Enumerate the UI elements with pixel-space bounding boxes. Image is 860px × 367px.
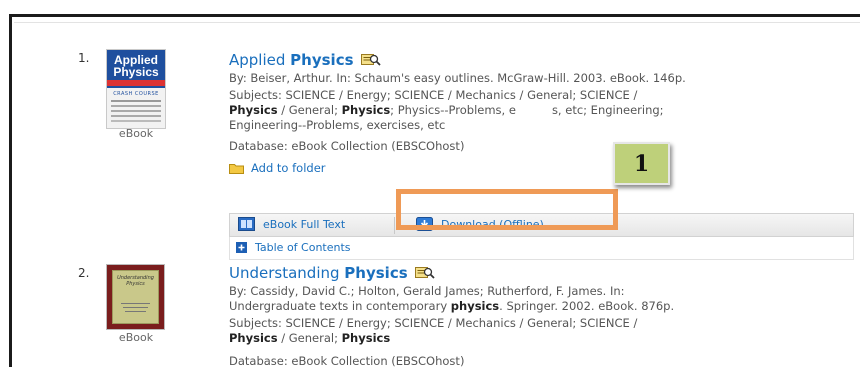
step-number-badge: 1 xyxy=(613,142,670,185)
result-details: Applied Physics By: Beiser, Arthur. In: … xyxy=(229,51,854,177)
result-number: 2. xyxy=(78,266,90,280)
database-label: Database: eBook Collection (EBSCOhost) xyxy=(229,139,465,153)
result-title-link[interactable]: Understanding Physics xyxy=(229,264,854,284)
subjects-line: Subjects: SCIENCE / Energy; SCIENCE / Me… xyxy=(229,88,638,102)
book-cover-applied-physics[interactable]: Applied Physics CRASH COURSE xyxy=(106,49,166,129)
folder-icon xyxy=(229,164,244,174)
subjects-line: Physics / General; Physics; Physics--Pro… xyxy=(229,103,664,117)
download-highlight-box xyxy=(396,189,618,230)
table-of-contents-link[interactable]: Table of Contents xyxy=(236,241,351,254)
subjects-line: Subjects: SCIENCE / Energy; SCIENCE / Me… xyxy=(229,316,638,330)
ebook-full-text-link[interactable]: eBook Full Text xyxy=(238,217,345,231)
result-details: Understanding Physics By: Cassidy, David… xyxy=(229,264,854,367)
result-byline: By: Beiser, Arthur. In: Schaum's easy ou… xyxy=(229,71,686,85)
format-label: eBook xyxy=(118,331,154,344)
database-label: Database: eBook Collection (EBSCOhost) xyxy=(229,354,465,367)
preview-icon[interactable] xyxy=(415,265,436,279)
cover-title-line1: Understanding Physics xyxy=(117,275,154,287)
preview-icon[interactable] xyxy=(361,52,381,66)
subjects-line: Physics / General; Physics xyxy=(229,331,391,345)
toc-row: Table of Contents xyxy=(229,237,854,260)
cover-title-line2: Physics xyxy=(113,65,159,79)
ebook-icon xyxy=(238,217,255,231)
subjects-line: Engineering--Problems, exercises, etc xyxy=(229,118,446,132)
cover-strip-text: CRASH COURSE xyxy=(113,91,159,97)
book-cover-understanding-physics[interactable]: Understanding Physics xyxy=(106,264,165,330)
expand-plus-icon xyxy=(236,242,247,253)
format-label: eBook xyxy=(118,127,154,140)
result-number: 1. xyxy=(78,51,90,65)
result-byline-continued: Undergraduate texts in contemporary phys… xyxy=(229,299,675,313)
result-title-link[interactable]: Applied Physics xyxy=(229,51,854,71)
add-to-folder-link[interactable]: Add to folder xyxy=(229,159,854,177)
results-top-divider xyxy=(14,22,860,23)
result-byline: By: Cassidy, David C.; Holton, Gerald Ja… xyxy=(229,284,625,298)
